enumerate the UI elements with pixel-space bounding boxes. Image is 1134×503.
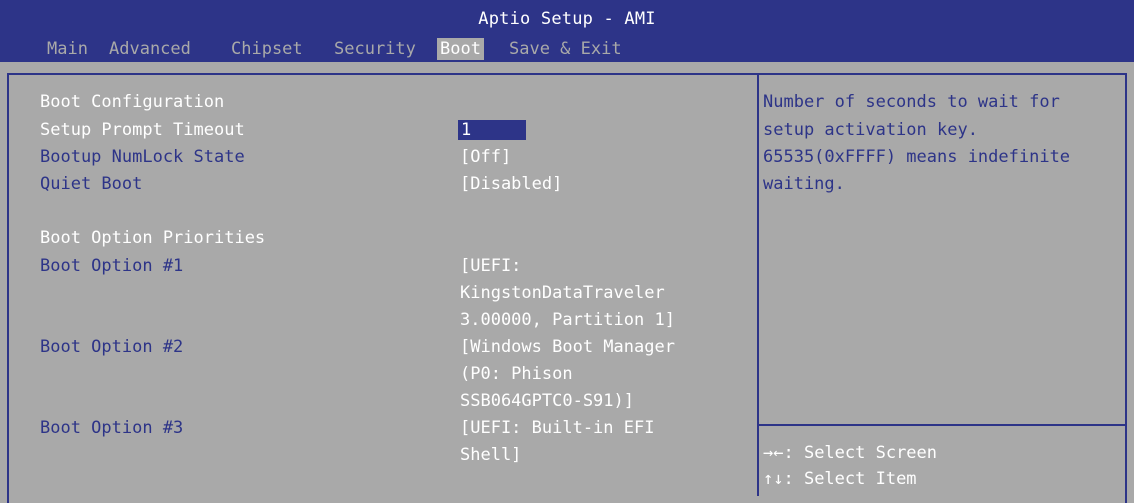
boot-option-1-value-line[interactable]: KingstonDataTraveler — [460, 283, 665, 303]
help-text-line: setup activation key. — [763, 120, 978, 140]
boot-option-1-value-line[interactable]: 3.00000, Partition 1] — [460, 310, 675, 330]
boot-option-2-value-line[interactable]: (P0: Phison — [460, 364, 573, 384]
up-down-arrows-icon: ↑↓ — [763, 469, 784, 489]
tab-security[interactable]: Security — [331, 38, 419, 60]
key-help-select-screen: →←: Select Screen — [763, 443, 937, 463]
boot-option-1-value-line[interactable]: [UEFI: — [460, 256, 521, 276]
boot-option-2-value-line[interactable]: [Windows Boot Manager — [460, 337, 675, 357]
tab-main[interactable]: Main — [44, 38, 91, 60]
quiet-boot-value[interactable]: [Disabled] — [460, 174, 562, 194]
boot-option-3-label[interactable]: Boot Option #3 — [40, 418, 183, 438]
tab-save-exit[interactable]: Save & Exit — [506, 38, 625, 60]
quiet-boot-label[interactable]: Quiet Boot — [40, 174, 142, 194]
boot-option-2-value-line[interactable]: SSB064GPTC0-S91)] — [460, 391, 634, 411]
key-help-separator — [759, 424, 1127, 426]
boot-configuration-header: Boot Configuration — [40, 92, 225, 112]
setup-prompt-timeout-label[interactable]: Setup Prompt Timeout — [40, 120, 245, 140]
help-divider — [757, 73, 759, 496]
boot-option-priorities-header: Boot Option Priorities — [40, 228, 266, 248]
help-text-line: Number of seconds to wait for — [763, 92, 1060, 112]
tab-advanced[interactable]: Advanced — [106, 38, 194, 60]
boot-option-3-value-line[interactable]: [UEFI: Built-in EFI — [460, 418, 654, 438]
help-text-line: waiting. — [763, 174, 845, 194]
boot-option-3-value-line[interactable]: Shell] — [460, 445, 521, 465]
bootup-numlock-state-value[interactable]: [Off] — [460, 147, 511, 167]
tab-boot[interactable]: Boot — [437, 38, 484, 60]
boot-option-2-label[interactable]: Boot Option #2 — [40, 337, 183, 357]
window-title: Aptio Setup - AMI — [478, 9, 656, 29]
help-text-line: 65535(0xFFFF) means indefinite — [763, 147, 1071, 167]
setup-prompt-timeout-input[interactable]: 1 — [458, 120, 526, 140]
key-help-label: : Select Item — [783, 469, 917, 489]
bootup-numlock-state-label[interactable]: Bootup NumLock State — [40, 147, 245, 167]
boot-option-1-label[interactable]: Boot Option #1 — [40, 256, 183, 276]
key-help-select-item: ↑↓: Select Item — [763, 469, 917, 489]
left-right-arrows-icon: →← — [763, 443, 784, 463]
key-help-label: : Select Screen — [783, 443, 938, 463]
header-bar: Aptio Setup - AMI Main Advanced Chipset … — [0, 0, 1134, 62]
tab-chipset[interactable]: Chipset — [228, 38, 306, 60]
